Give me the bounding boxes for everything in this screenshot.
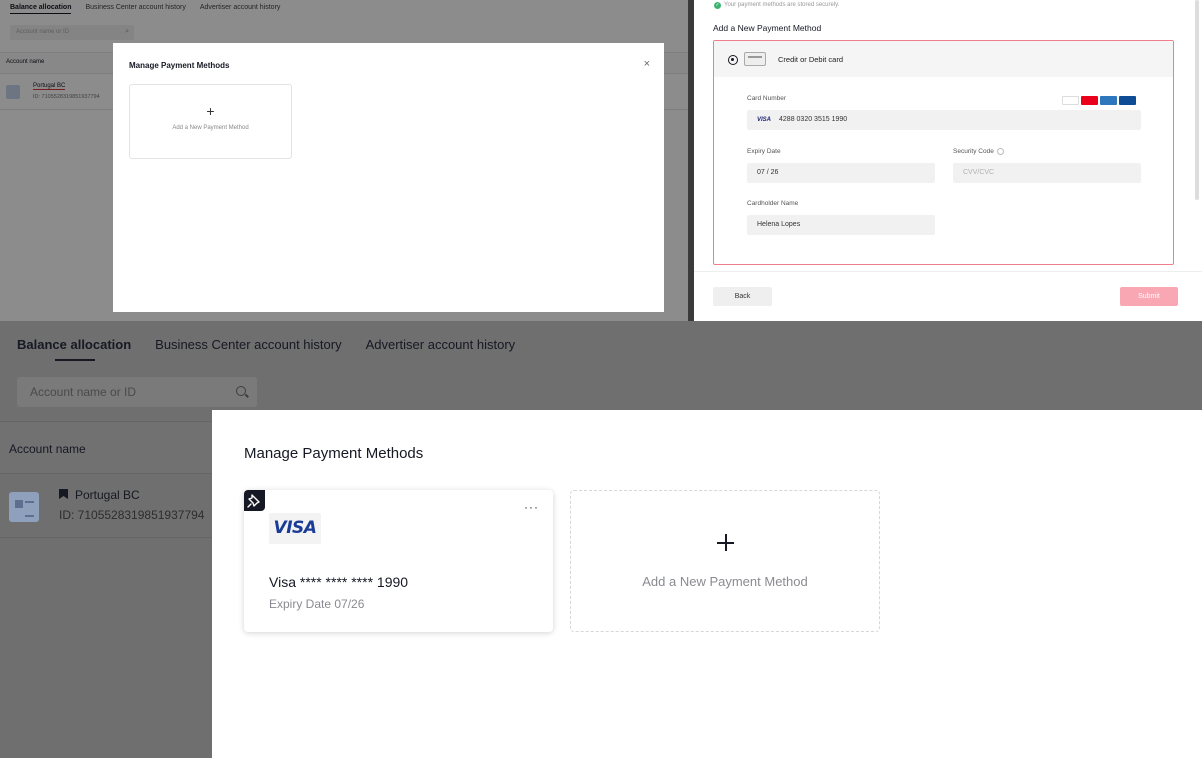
tab-business-center-history[interactable]: Business Center account history	[155, 337, 341, 352]
back-button[interactable]: Back	[713, 287, 772, 306]
add-payment-method-button[interactable]: + Add a New Payment Method	[129, 84, 292, 159]
manage-payment-modal: Manage Payment Methods × + Add a New Pay…	[113, 43, 664, 312]
search-icon	[236, 386, 246, 396]
expiry-separator: /	[766, 169, 769, 176]
cardholder-label: Cardholder Name	[747, 200, 799, 207]
more-options-icon[interactable]: ···	[524, 500, 539, 514]
cardholder-field[interactable]: Helena Lopes	[747, 215, 935, 235]
tab-advertiser-history[interactable]: Advertiser account history	[366, 337, 516, 352]
add-payment-label: Add a New Payment Method	[642, 574, 808, 589]
card-option-label: Credit or Debit card	[778, 55, 844, 64]
manage-payment-modal: Manage Payment Methods ··· VISA Visa ***…	[212, 410, 1202, 758]
security-code-label-text: Security Code	[953, 148, 994, 156]
modal-title: Manage Payment Methods	[244, 445, 424, 462]
credit-card-icon	[744, 52, 766, 66]
visa-brand-icon	[1062, 96, 1079, 106]
scrollbar[interactable]	[1195, 0, 1199, 200]
visa-logo: VISA	[269, 513, 321, 544]
secure-note-text: Your payment methods are stored securely…	[724, 2, 840, 8]
plus-icon	[717, 534, 734, 551]
bookmark-icon	[59, 489, 68, 499]
main-panel: Balance allocation Business Center accou…	[0, 321, 1202, 758]
mastercard-brand-icon	[1081, 96, 1098, 106]
info-icon[interactable]	[996, 148, 1004, 155]
jcb-brand-icon	[1119, 96, 1136, 106]
expiry-year: 26	[770, 169, 779, 176]
plus-icon: +	[206, 103, 215, 119]
top-left-panel: Balance allocation Business Center accou…	[0, 0, 688, 321]
modal-title: Manage Payment Methods	[129, 61, 230, 70]
account-avatar	[9, 492, 39, 522]
tab-bar: Balance allocation Business Center accou…	[17, 337, 516, 361]
column-header-account-name: Account name	[0, 421, 212, 474]
card-option-box: Credit or Debit card Card Number VISA 428…	[713, 40, 1174, 265]
tab-balance-allocation[interactable]: Balance allocation	[17, 337, 131, 361]
visa-tag: VISA	[757, 117, 772, 123]
security-code-label: Security Code	[953, 148, 1004, 155]
secure-note: ✓ Your payment methods are stored securel…	[714, 2, 839, 9]
pin-icon	[244, 490, 265, 511]
account-name[interactable]: Portugal BC	[75, 488, 140, 502]
card-option-radio[interactable]	[728, 55, 738, 65]
account-id: ID: 7105528319851937794	[59, 508, 205, 522]
card-number-field[interactable]: VISA 4288 0320 3515 1990	[747, 110, 1141, 130]
search-input[interactable]: Account name or ID	[17, 377, 257, 407]
close-icon[interactable]: ×	[644, 58, 650, 70]
accepted-brands	[1060, 92, 1136, 110]
add-payment-panel: ✓ Your payment methods are stored securel…	[694, 0, 1202, 321]
expiry-label: Expiry Date	[747, 148, 781, 155]
submit-button[interactable]: Submit	[1120, 287, 1178, 306]
card-option-header[interactable]: Credit or Debit card	[714, 41, 1173, 77]
security-code-field[interactable]: CVV/CVC	[953, 163, 1141, 183]
add-payment-method-button[interactable]: Add a New Payment Method	[570, 490, 880, 632]
saved-card[interactable]: ··· VISA Visa **** **** **** 1990 Expiry…	[244, 490, 553, 632]
shield-icon: ✓	[714, 2, 721, 9]
card-number-value: 4288 0320 3515 1990	[779, 116, 848, 123]
card-expiry: Expiry Date 07/26	[269, 597, 365, 611]
amex-brand-icon	[1100, 96, 1117, 106]
add-payment-heading: Add a New Payment Method	[713, 23, 822, 33]
add-payment-label: Add a New Payment Method	[172, 125, 249, 131]
expiry-month: 07	[757, 169, 765, 176]
expiry-field[interactable]: 07 / 26	[747, 163, 935, 183]
table-row[interactable]: Portugal BC ID: 7105528319851937794	[0, 474, 212, 538]
search-placeholder: Account name or ID	[30, 385, 137, 399]
card-number: Visa **** **** **** 1990	[269, 574, 409, 590]
footer-divider	[694, 271, 1202, 272]
card-number-label: Card Number	[747, 95, 787, 102]
